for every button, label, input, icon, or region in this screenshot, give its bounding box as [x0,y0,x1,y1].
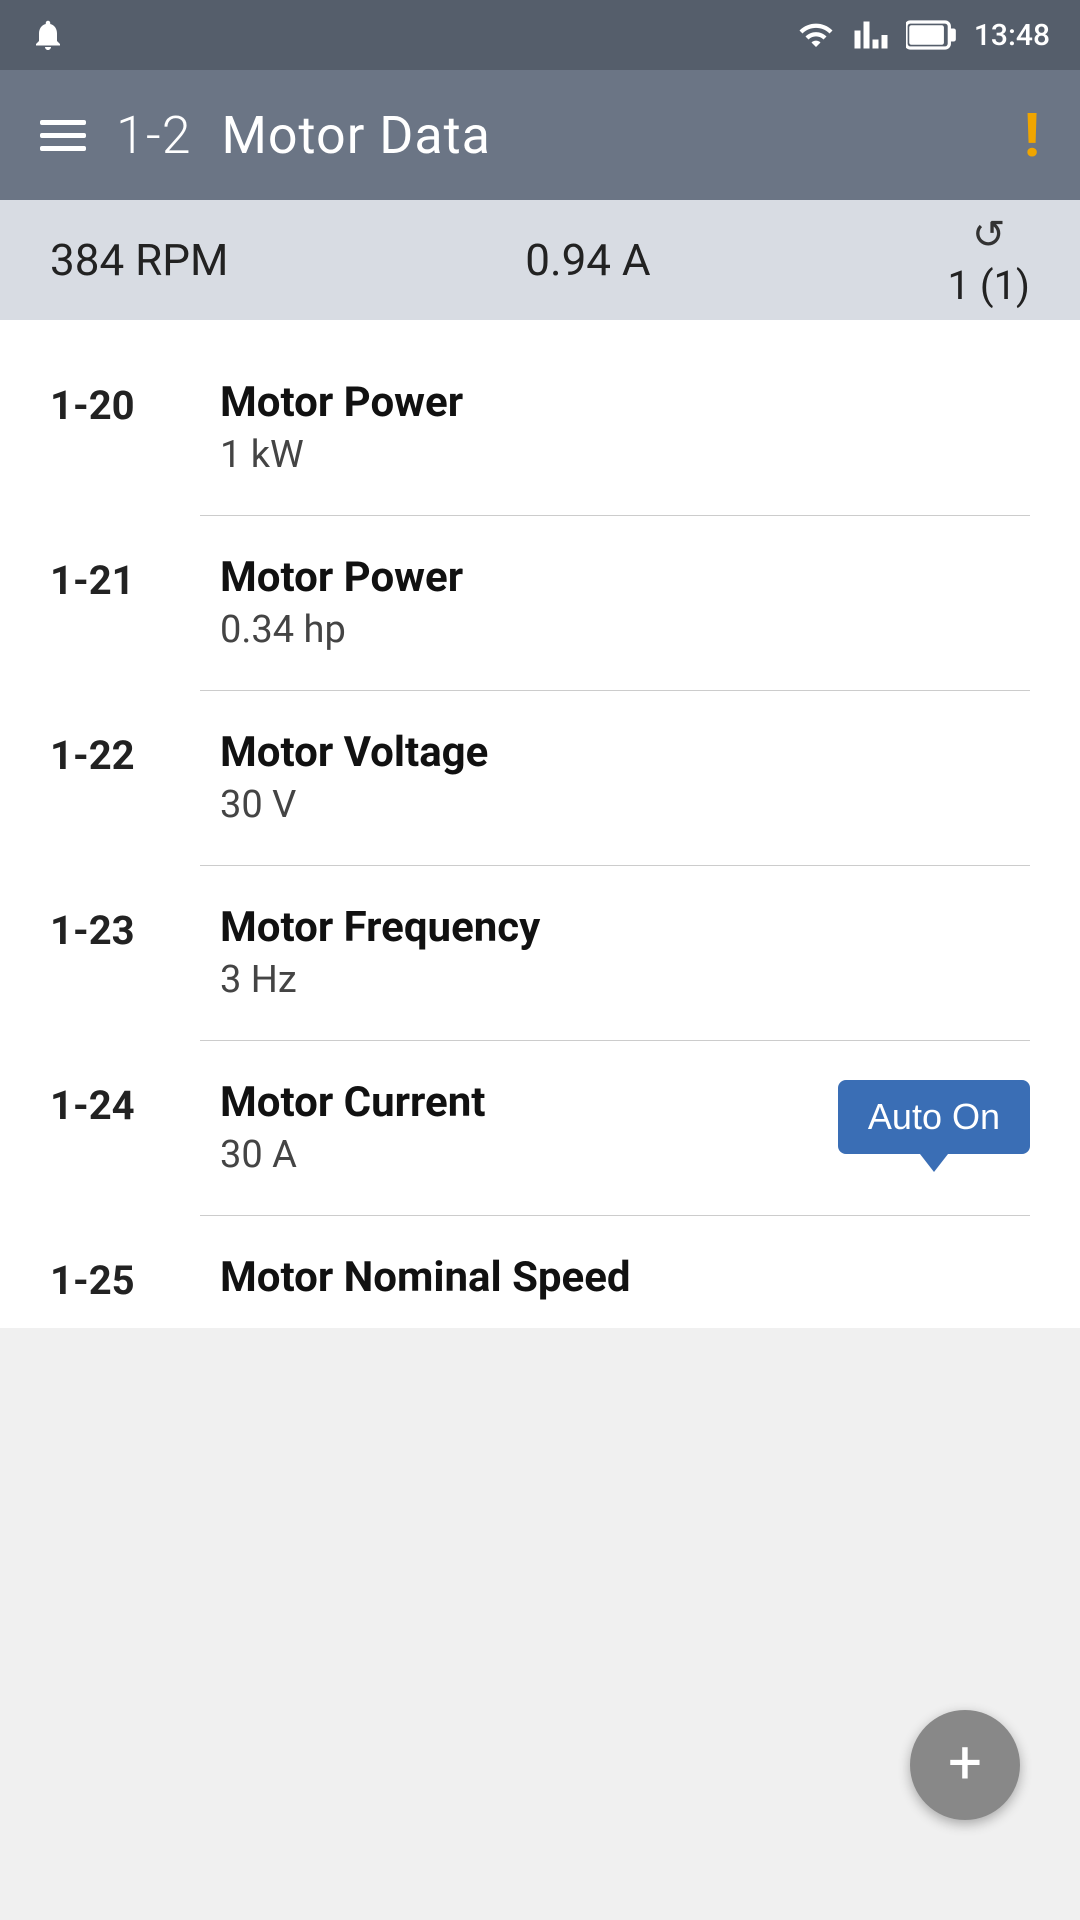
app-bar: 1-2 Motor Data ! [0,70,1080,200]
param-name: Motor Frequency [220,903,1030,952]
app-bar-left: 1-2 Motor Data [40,105,491,166]
summary-bar: 384 RPM 0.94 A ↺ 1 (1) [0,200,1080,320]
param-name: Motor Power [220,553,1030,602]
battery-icon [906,19,958,51]
fab-plus-icon: + [948,1733,982,1793]
refresh-area[interactable]: ↺ 1 (1) [947,211,1030,309]
param-id: 1-25 [50,1257,180,1304]
param-row-1-21[interactable]: 1-21 Motor Power 0.34 hp [0,515,1080,690]
param-value: 0.34 hp [220,608,1030,652]
status-bar-right: 13:48 [796,17,1050,53]
refresh-icon: ↺ [972,211,1006,258]
param-row-1-23[interactable]: 1-23 Motor Frequency 3 Hz [0,865,1080,1040]
wifi-icon [796,17,836,53]
param-id: 1-23 [50,907,180,954]
auto-on-button[interactable]: Auto On [838,1080,1030,1154]
app-bar-title: 1-2 Motor Data [116,105,491,166]
param-row-1-24[interactable]: 1-24 Motor Current 30 A Auto On [0,1040,1080,1215]
param-id: 1-21 [50,557,180,604]
param-value: 1 kW [220,433,1030,477]
status-bar: 13:48 [0,0,1080,70]
amps-value: 0.94 A [525,234,650,286]
param-name: Motor Power [220,378,1030,427]
rpm-value: 384 RPM [50,234,228,286]
status-time: 13:48 [974,18,1050,53]
param-value: 30 V [220,783,1030,827]
param-value: 30 A [220,1133,860,1177]
param-name: Motor Current [220,1078,860,1127]
param-name: Motor Nominal Speed [220,1253,1030,1302]
param-id: 1-20 [50,382,180,429]
auto-on-badge[interactable]: Auto On [838,1080,1030,1154]
alert-icon[interactable]: ! [1024,100,1040,171]
param-id: 1-24 [50,1082,180,1129]
param-id: 1-22 [50,732,180,779]
menu-button[interactable] [40,120,86,151]
page-title: Motor Data [222,105,491,166]
params-list: 1-20 Motor Power 1 kW 1-21 Motor Power 0… [0,320,1080,1328]
param-row-1-22[interactable]: 1-22 Motor Voltage 30 V [0,690,1080,865]
param-value: 3 Hz [220,958,1030,1002]
param-name: Motor Voltage [220,728,1030,777]
status-bar-left [30,17,66,53]
counter-value: 1 (1) [947,262,1030,309]
fab-button[interactable]: + [910,1710,1020,1820]
section-number: 1-2 [116,105,192,166]
param-row-1-25[interactable]: 1-25 Motor Nominal Speed [0,1215,1080,1328]
param-row-1-20[interactable]: 1-20 Motor Power 1 kW [0,340,1080,515]
signal-icon [852,17,890,53]
notification-icon [30,17,66,53]
